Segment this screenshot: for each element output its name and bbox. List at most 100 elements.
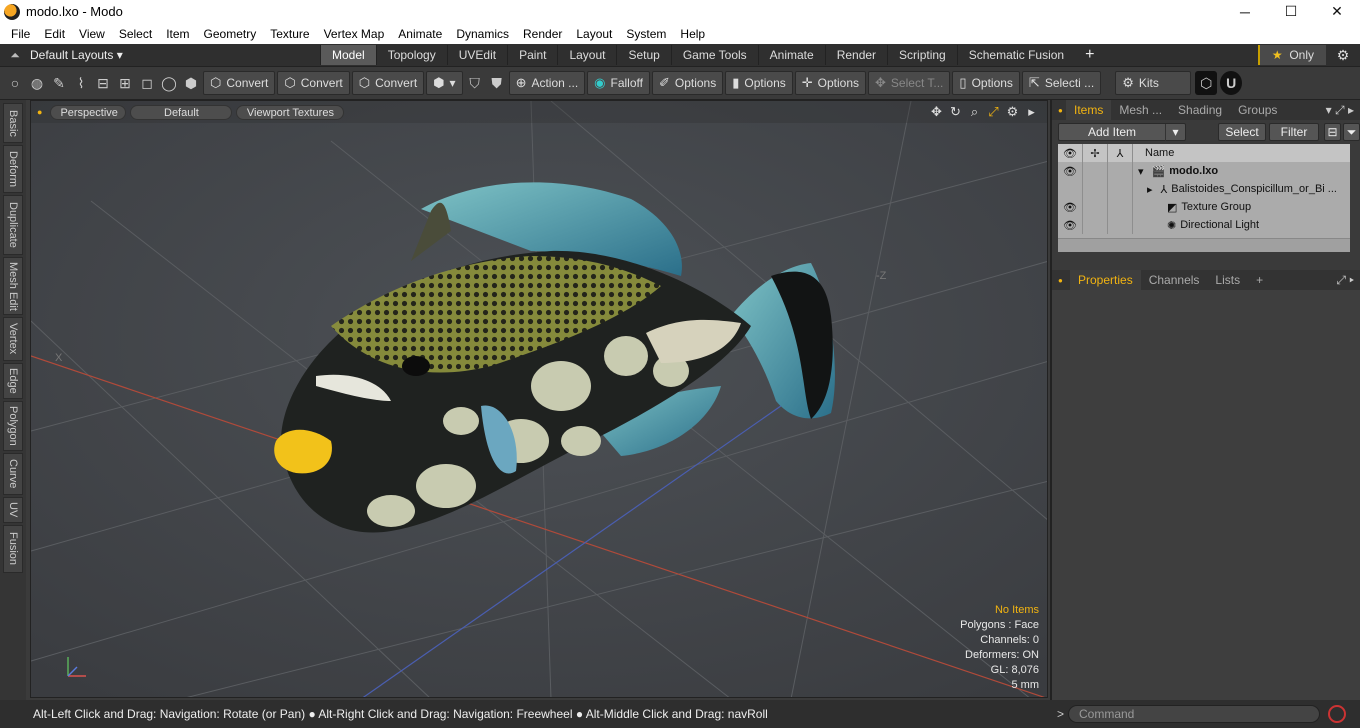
viewport-textures-dropdown[interactable]: Viewport Textures — [236, 104, 345, 120]
menu-help[interactable]: Help — [673, 27, 712, 41]
tab-uvedit[interactable]: UVEdit — [446, 45, 507, 65]
tab-animate[interactable]: Animate — [757, 45, 825, 65]
convert-button-3[interactable]: ⬡ Convert — [351, 71, 425, 95]
funnel-icon[interactable]: ⏷ — [1343, 123, 1360, 141]
vtab-deform[interactable]: Deform — [3, 145, 23, 193]
options-button-4[interactable]: ▯ Options — [952, 71, 1020, 95]
symmetry-icon[interactable]: ⛉ — [464, 71, 486, 95]
filter-button[interactable]: Filter — [1269, 123, 1319, 141]
eye-icon[interactable]: 👁 — [1058, 198, 1083, 216]
viewport-menu-dot[interactable]: ● — [37, 107, 42, 117]
maximize-button[interactable]: ☐ — [1268, 3, 1314, 20]
rotate-icon[interactable]: ↻ — [946, 104, 965, 120]
vtab-vertex[interactable]: Vertex — [3, 317, 23, 361]
gear-icon[interactable]: ⚙ — [1326, 47, 1360, 64]
symmetry-alt-icon[interactable]: ⛊ — [486, 71, 508, 95]
layout-collapse-icon[interactable]: ⏶ — [0, 48, 30, 63]
edge-icon[interactable]: ⊟ — [92, 71, 114, 95]
options-button-3[interactable]: ✛ Options — [794, 71, 867, 95]
tab-shading[interactable]: Shading — [1170, 100, 1230, 120]
vtab-fusion[interactable]: Fusion — [3, 525, 23, 573]
vtab-polygon[interactable]: Polygon — [3, 401, 23, 451]
maximize-viewport-icon[interactable]: ⤢ — [984, 104, 1003, 120]
tab-paint[interactable]: Paint — [507, 45, 557, 65]
pen-icon[interactable]: ✎ — [48, 71, 70, 95]
item-row[interactable]: 👁 ◩ Texture Group — [1058, 198, 1350, 216]
vtab-curve[interactable]: Curve — [3, 453, 23, 495]
vtab-basic[interactable]: Basic — [3, 103, 23, 143]
cube-dropdown-button[interactable]: ⬢ ▾ — [426, 71, 463, 95]
item-mode-icon[interactable]: ◯ — [158, 71, 180, 95]
eye-icon[interactable]: 👁 — [1058, 162, 1083, 180]
cube-icon[interactable]: ⬢ — [180, 71, 202, 95]
tab-render[interactable]: Render — [824, 45, 887, 65]
globe-icon[interactable]: ◍ — [26, 71, 48, 95]
menu-view[interactable]: View — [72, 27, 112, 41]
panel-options-icon[interactable]: ▾ ⤢ ▸ — [1326, 103, 1354, 118]
minimize-button[interactable]: ─ — [1222, 4, 1268, 20]
menu-select[interactable]: Select — [112, 27, 159, 41]
render-header-icon[interactable]: ⅄ — [1108, 144, 1133, 162]
menu-geometry[interactable]: Geometry — [197, 27, 264, 41]
tab-groups[interactable]: Groups — [1230, 100, 1285, 120]
viewport-settings-icon[interactable]: ⚙ — [1003, 104, 1022, 120]
convert-button-1[interactable]: ⬡ Convert — [203, 71, 276, 95]
menu-render[interactable]: Render — [516, 27, 569, 41]
vtab-edge[interactable]: Edge — [3, 363, 23, 399]
expand-arrow-icon[interactable]: ▾ — [1133, 165, 1144, 178]
add-item-dropdown[interactable]: Add Item ▾ — [1058, 123, 1186, 141]
unity-icon[interactable]: ⬡ — [1195, 71, 1218, 95]
select-button[interactable]: Select — [1218, 123, 1266, 141]
zoom-icon[interactable]: ⌕ — [965, 104, 984, 120]
menu-dynamics[interactable]: Dynamics — [449, 27, 516, 41]
unreal-icon[interactable]: U — [1220, 71, 1243, 95]
tab-mesh[interactable]: Mesh ... — [1111, 100, 1170, 120]
close-button[interactable]: ✕ — [1314, 3, 1360, 20]
eye-icon[interactable]: 👁 — [1058, 216, 1083, 234]
tab-setup[interactable]: Setup — [616, 45, 670, 65]
tab-game-tools[interactable]: Game Tools — [670, 45, 758, 65]
menu-vertex-map[interactable]: Vertex Map — [317, 27, 392, 41]
vtab-mesh-edit[interactable]: Mesh Edit — [3, 257, 23, 315]
tab-model[interactable]: Model — [320, 45, 376, 65]
3d-viewport[interactable]: X -Z ● Perspective Default Viewport Text… — [30, 100, 1048, 698]
panel-menu-dot[interactable]: ● — [1058, 106, 1063, 115]
tab-scripting[interactable]: Scripting — [887, 45, 957, 65]
view-type-dropdown[interactable]: Perspective — [50, 104, 127, 120]
add-panel-tab-button[interactable]: + — [1248, 270, 1271, 290]
menu-edit[interactable]: Edit — [37, 27, 72, 41]
viewport-expand-arrow-icon[interactable]: ▸ — [1022, 104, 1041, 120]
default-layouts-dropdown[interactable]: Default Layouts ▾ — [30, 48, 320, 62]
record-macro-icon[interactable] — [1328, 705, 1346, 723]
visibility-header-icon[interactable]: 👁 — [1058, 144, 1083, 162]
vtab-uv[interactable]: UV — [3, 497, 23, 523]
shading-dropdown[interactable]: Default — [130, 104, 233, 120]
tab-lists[interactable]: Lists — [1207, 270, 1248, 290]
tab-topology[interactable]: Topology — [375, 45, 447, 65]
add-tab-button[interactable]: + — [1075, 46, 1104, 64]
panel-options-icon[interactable]: ⤢ ▸ — [1336, 273, 1354, 288]
menu-animate[interactable]: Animate — [391, 27, 449, 41]
options-button-2[interactable]: ▮ Options — [725, 71, 793, 95]
tab-items[interactable]: Items — [1066, 100, 1112, 120]
convert-button-2[interactable]: ⬡ Convert — [277, 71, 350, 95]
list-options-icon[interactable]: ⊟ — [1324, 123, 1341, 141]
command-input[interactable]: Command — [1068, 705, 1320, 723]
menu-item[interactable]: Item — [159, 27, 196, 41]
panel-menu-dot[interactable]: ● — [1058, 276, 1063, 285]
tab-schematic-fusion[interactable]: Schematic Fusion — [956, 45, 1075, 65]
item-row[interactable]: 👁 ▾ 🎬 modo.lxo — [1058, 162, 1350, 180]
expand-arrow-icon[interactable]: ▸ — [1133, 183, 1153, 196]
material-icon[interactable]: ◻ — [136, 71, 158, 95]
kits-button[interactable]: ⚙ Kits — [1115, 71, 1192, 95]
menu-system[interactable]: System — [619, 27, 673, 41]
vtab-duplicate[interactable]: Duplicate — [3, 195, 23, 255]
options-button-1[interactable]: ✐ Options — [651, 71, 724, 95]
menu-layout[interactable]: Layout — [569, 27, 619, 41]
falloff-button[interactable]: ◉ Falloff — [587, 71, 650, 95]
item-row[interactable]: ▸ ⅄ Balistoides_Conspicillum_or_Bi ... — [1058, 180, 1350, 198]
brush-icon[interactable]: ⌇ — [70, 71, 92, 95]
menu-texture[interactable]: Texture — [263, 27, 316, 41]
item-row[interactable]: 👁 ✺ Directional Light — [1058, 216, 1350, 234]
selection-button[interactable]: ⇱ Selecti ... — [1021, 71, 1102, 95]
